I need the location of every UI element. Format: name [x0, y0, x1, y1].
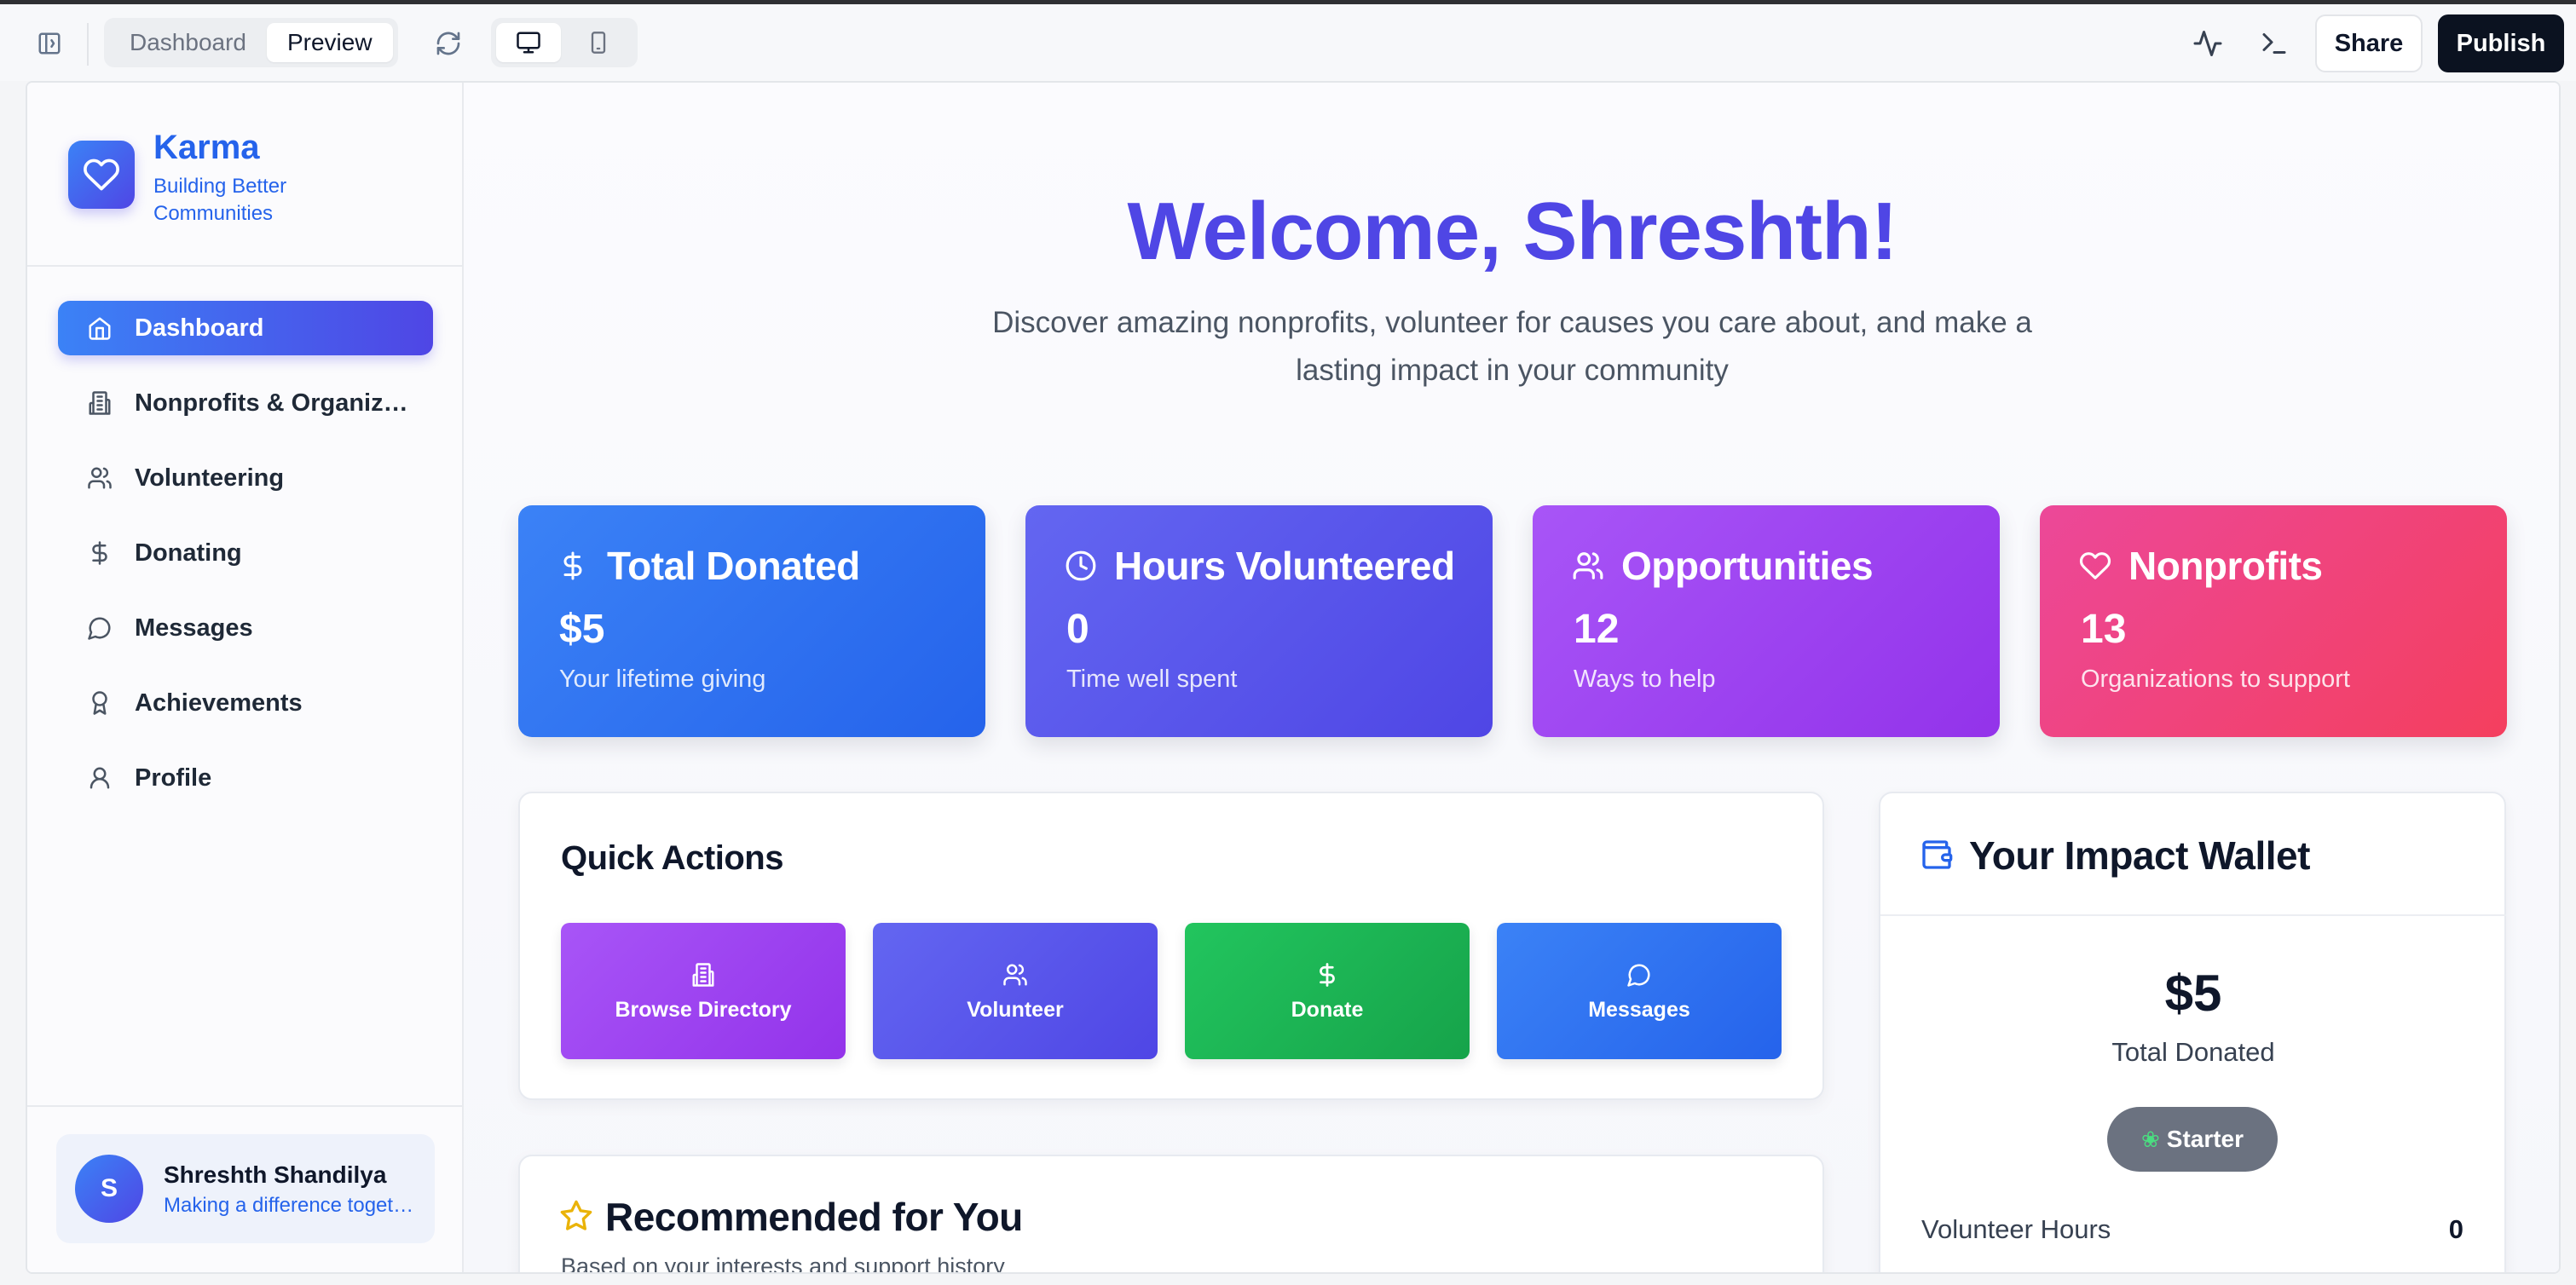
volunteer-button[interactable]: Volunteer [873, 923, 1158, 1059]
page-title: Welcome, Shreshth! [1127, 186, 1897, 277]
terminal-icon[interactable] [2255, 25, 2293, 62]
sidebar-nav: Dashboard Nonprofits & Organizations Vol… [58, 301, 433, 826]
quick-actions-card: Quick Actions Browse Directory Volunteer… [518, 792, 1824, 1100]
sidebar-item-volunteering[interactable]: Volunteering [58, 451, 433, 505]
button-label: Messages [1588, 997, 1690, 1022]
tier-badge: ❀ Starter [2107, 1107, 2278, 1172]
user-icon [85, 764, 114, 792]
stat-value: 12 [1574, 607, 1620, 652]
heart-logo-icon[interactable] [68, 141, 135, 209]
button-label: Donate [1291, 997, 1364, 1022]
stat-subtitle: Your lifetime giving [559, 666, 766, 693]
user-name: Shreshth Shandilya [164, 1161, 387, 1188]
view-mode-tabs: Dashboard Preview [104, 18, 398, 67]
users-icon [85, 464, 114, 493]
activity-icon[interactable] [2189, 25, 2227, 62]
user-card[interactable]: S Shreshth Shandilya Making a difference… [56, 1134, 435, 1243]
main-content: Welcome, Shreshth! Discover amazing nonp… [464, 83, 2559, 1274]
clock-icon [1065, 549, 1099, 583]
sidebar-item-label: Donating [135, 539, 242, 567]
dollar-icon [1313, 960, 1342, 989]
button-label: Volunteer [967, 997, 1064, 1022]
messages-button[interactable]: Messages [1497, 923, 1782, 1059]
desktop-icon[interactable] [496, 23, 561, 62]
sidebar: Karma Building Better Communities Dashbo… [27, 83, 464, 1272]
sidebar-item-label: Messages [135, 614, 253, 642]
sidebar-item-donating[interactable]: Donating [58, 526, 433, 580]
volunteer-hours-label: Volunteer Hours [1921, 1214, 2111, 1244]
stat-card-total-donated: Total Donated $5 Your lifetime giving [518, 505, 985, 737]
wallet-icon [1922, 840, 1953, 869]
sidebar-toggle-icon[interactable] [32, 26, 66, 61]
sidebar-item-label: Profile [135, 764, 212, 792]
sidebar-item-label: Nonprofits & Organizations [135, 389, 416, 417]
stat-card-hours-volunteered: Hours Volunteered 0 Time well spent [1025, 505, 1493, 737]
browse-directory-button[interactable]: Browse Directory [561, 923, 846, 1059]
dollar-icon [557, 549, 592, 583]
users-icon [1001, 960, 1030, 989]
tab-dashboard[interactable]: Dashboard [109, 23, 267, 62]
heart-icon [2079, 549, 2113, 583]
stat-value: 13 [2081, 607, 2127, 652]
sidebar-item-label: Volunteering [135, 464, 285, 492]
stat-subtitle: Organizations to support [2081, 666, 2350, 693]
volunteer-hours-value: 0 [2448, 1214, 2463, 1244]
message-icon [1625, 960, 1654, 989]
sidebar-item-profile[interactable]: Profile [58, 751, 433, 805]
building-icon [85, 389, 114, 418]
share-button[interactable]: Share [2315, 14, 2423, 72]
quick-actions-title: Quick Actions [561, 839, 783, 877]
stat-subtitle: Ways to help [1574, 666, 1716, 693]
home-icon [85, 314, 114, 343]
stat-value: $5 [559, 607, 605, 652]
brand-name: Karma [153, 129, 260, 166]
stat-title: Hours Volunteered [1114, 544, 1455, 588]
star-icon [560, 1200, 592, 1230]
wallet-header: Your Impact Wallet [1880, 793, 2506, 916]
sidebar-item-label: Dashboard [135, 314, 264, 342]
stat-title: Total Donated [607, 544, 860, 588]
recommended-title: Recommended for You [605, 1195, 1023, 1239]
sidebar-item-messages[interactable]: Messages [58, 601, 433, 655]
dollar-icon [85, 539, 114, 568]
stat-card-nonprofits: Nonprofits 13 Organizations to support [2040, 505, 2507, 737]
brand-header: Karma Building Better Communities [27, 83, 462, 267]
tier-label: Starter [2166, 1126, 2244, 1152]
toolbar-divider [87, 23, 89, 66]
sidebar-item-dashboard[interactable]: Dashboard [58, 301, 433, 355]
wallet-amount: $5 [2164, 965, 2222, 1022]
preview-frame: Karma Building Better Communities Dashbo… [26, 81, 2561, 1274]
stat-card-opportunities: Opportunities 12 Ways to help [1533, 505, 2000, 737]
stat-value: 0 [1066, 607, 1089, 652]
users-icon [1572, 549, 1606, 583]
wallet-amount-label: Total Donated [2111, 1037, 2275, 1067]
page-subtitle: Discover amazing nonprofits, volunteer f… [992, 306, 2032, 387]
brand-tagline: Building Better Communities [153, 175, 287, 225]
message-icon [85, 614, 114, 642]
donate-button[interactable]: Donate [1185, 923, 1470, 1059]
editor-toolbar: Dashboard Preview Share Publish [0, 4, 2576, 81]
building-icon [689, 960, 718, 989]
mobile-icon[interactable] [566, 23, 631, 62]
award-icon [85, 689, 114, 717]
device-toggle [491, 18, 638, 67]
recommended-card: Recommended for You Based on your intere… [518, 1155, 1824, 1274]
stat-title: Nonprofits [2128, 544, 2323, 588]
impact-wallet-card: Your Impact Wallet $5 Total Donated ❀ St… [1879, 792, 2506, 1272]
stat-subtitle: Time well spent [1066, 666, 1238, 693]
wallet-title: Your Impact Wallet [1969, 833, 2310, 878]
refresh-icon[interactable] [431, 26, 465, 61]
button-label: Browse Directory [615, 997, 792, 1022]
sidebar-item-nonprofits[interactable]: Nonprofits & Organizations [58, 376, 433, 430]
sidebar-footer: S Shreshth Shandilya Making a difference… [27, 1105, 462, 1272]
user-subtitle: Making a difference together [164, 1194, 419, 1217]
sidebar-item-label: Achievements [135, 689, 303, 717]
sidebar-item-achievements[interactable]: Achievements [58, 676, 433, 730]
recommended-subtitle: Based on your interests and support hist… [561, 1253, 1005, 1274]
tab-preview[interactable]: Preview [266, 23, 393, 62]
publish-button[interactable]: Publish [2438, 14, 2564, 72]
avatar: S [75, 1155, 143, 1223]
stat-title: Opportunities [1621, 544, 1874, 588]
sprout-icon: ❀ [2140, 1126, 2160, 1152]
